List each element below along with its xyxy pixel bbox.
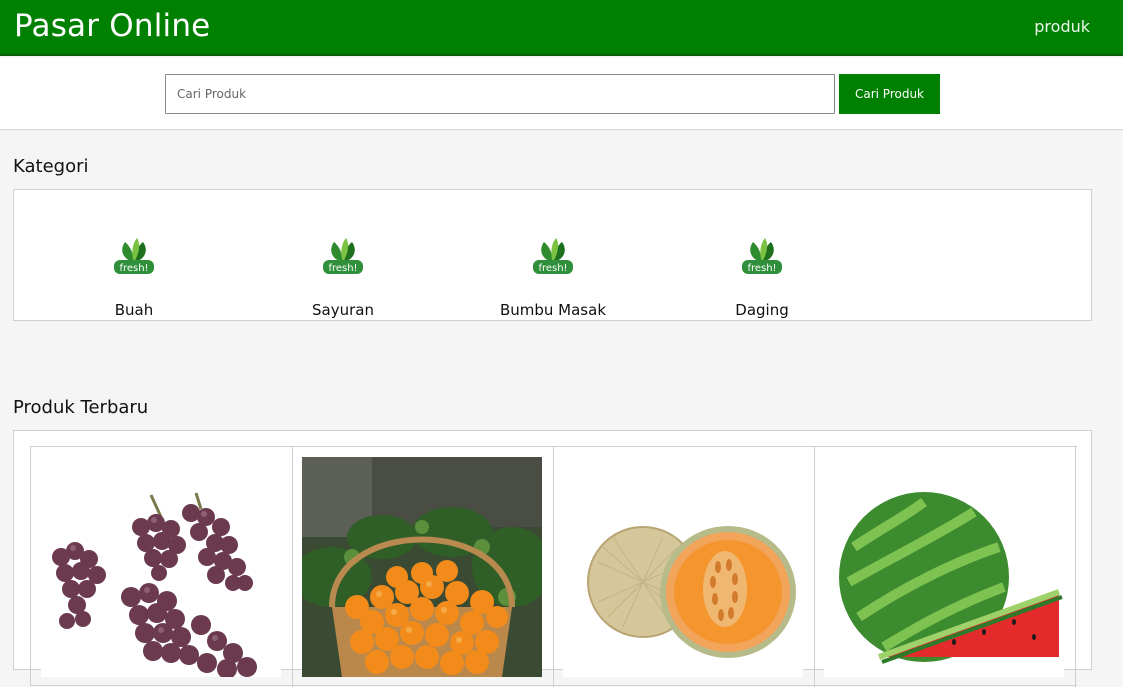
fresh-logo-text: fresh! [538, 263, 567, 274]
kategori-title: Kategori [13, 156, 89, 177]
search-bar: Cari Produk [0, 58, 1123, 130]
produk-terbaru-title: Produk Terbaru [13, 397, 149, 418]
fresh-logo-text: fresh! [119, 263, 148, 274]
cantaloupe-image[interactable] [563, 457, 803, 677]
kategori-label: Buah [114, 301, 154, 319]
produk-card-cantaloupe[interactable] [553, 447, 815, 687]
kategori-item-bumbu-masak[interactable]: fresh! Bumbu Masak [443, 190, 663, 320]
fresh-logo-text: fresh! [747, 263, 776, 274]
kategori-panel: fresh! Buah fresh! Sayuran fresh! Bumbu … [13, 189, 1092, 321]
fresh-logo-icon: fresh! [533, 238, 573, 274]
fresh-logo-icon: fresh! [742, 238, 782, 274]
kategori-item-sayuran[interactable]: fresh! Sayuran [233, 190, 453, 320]
fresh-logo-icon: fresh! [323, 238, 363, 274]
kategori-item-buah[interactable]: fresh! Buah [24, 190, 244, 320]
search-button[interactable]: Cari Produk [839, 74, 940, 114]
brand-title[interactable]: Pasar Online [14, 8, 210, 44]
kategori-item-daging[interactable]: fresh! Daging [652, 190, 872, 320]
fresh-logo-icon: fresh! [114, 238, 154, 274]
produk-grid [30, 446, 1077, 687]
produk-terbaru-panel [13, 430, 1092, 687]
produk-card-watermelon[interactable] [814, 447, 1076, 687]
top-navbar: Pasar Online produk [0, 0, 1123, 56]
nav-link-produk[interactable]: produk [1034, 17, 1090, 36]
produk-card-oranges[interactable] [292, 447, 554, 687]
kategori-label: Bumbu Masak [499, 301, 607, 319]
search-input[interactable] [165, 74, 835, 114]
fresh-logo-text: fresh! [328, 263, 357, 274]
kategori-label: Daging [735, 301, 789, 319]
oranges-image[interactable] [302, 457, 542, 677]
watermelon-image[interactable] [824, 457, 1064, 677]
produk-card-grapes[interactable] [31, 447, 293, 687]
kategori-label: Sayuran [312, 301, 374, 319]
grapes-image[interactable] [41, 457, 281, 677]
